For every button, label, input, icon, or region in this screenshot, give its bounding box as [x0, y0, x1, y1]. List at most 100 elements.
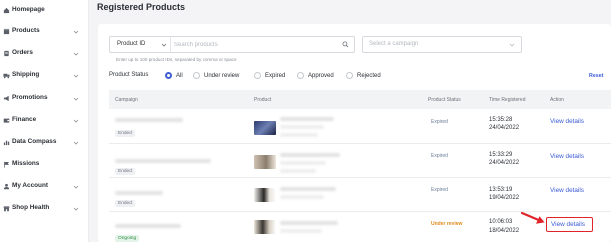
date-registered: 24/04/2022: [489, 125, 520, 131]
column-header-product-status: Product Status: [428, 97, 461, 103]
product-name-redacted: [280, 117, 334, 121]
sidebar-item-my-account[interactable]: My Account: [0, 180, 89, 194]
sidebar-item-promotions[interactable]: Promotions: [0, 92, 89, 106]
product-thumbnail: [254, 220, 276, 234]
campaign-select[interactable]: Select a campaign: [362, 36, 522, 53]
sidebar-item-label: Products: [12, 27, 40, 34]
product-name-redacted: [280, 229, 322, 233]
sidebar-item-orders[interactable]: Orders: [0, 47, 89, 61]
product-status: Under review: [431, 221, 463, 227]
reset-link[interactable]: Reset: [589, 73, 603, 79]
search-input[interactable]: [174, 38, 332, 51]
product-status: Expired: [431, 153, 448, 159]
sidebar-item-data-compass[interactable]: Data Compass: [0, 136, 89, 150]
product-thumbnail: [254, 121, 276, 135]
chevron-down-icon: [73, 119, 79, 123]
search-type-select[interactable]: Product ID: [110, 37, 171, 52]
campaign-name-redacted: [115, 118, 183, 122]
campaign-name-redacted: [115, 224, 181, 228]
chevron-down-icon: [73, 97, 79, 101]
radio-circle: [346, 72, 353, 79]
product-thumbnail: [254, 188, 276, 202]
product-name-redacted: [280, 133, 318, 137]
search-hint: Enter up to 100 product IDs, separated b…: [116, 57, 237, 62]
time-registered: 15:35:28: [489, 117, 513, 123]
product-name-redacted: [280, 161, 326, 165]
radio-label: Approved: [308, 72, 334, 79]
product-name-redacted: [280, 187, 336, 191]
view-details-link[interactable]: View details: [550, 153, 584, 160]
column-header-time-registered: Time Registered: [489, 97, 526, 103]
radio-circle: [165, 72, 172, 79]
product-status-label: Product Status: [109, 72, 149, 78]
radio-circle: [193, 72, 200, 79]
sidebar-item-products[interactable]: Products: [0, 25, 89, 39]
product-status: Expired: [431, 119, 448, 125]
orders-icon: [4, 50, 9, 57]
radio-label: Expired: [265, 72, 286, 79]
chevron-down-icon: [73, 52, 79, 56]
sidebar-item-label: Missions: [12, 160, 40, 167]
radio-label: Under review: [204, 72, 240, 79]
product-status: Expired: [431, 187, 448, 193]
sidebar-item-homepage[interactable]: Homepage: [0, 4, 89, 18]
table-row: Ended Expired 15:35:28 24/04/2022 View d…: [109, 111, 611, 144]
chevron-down-icon: [73, 207, 79, 211]
campaign-name-redacted: [115, 159, 211, 163]
sidebar-item-label: Promotions: [12, 94, 48, 101]
product-name-redacted: [280, 125, 324, 129]
date-registered: 18/04/2022: [489, 228, 520, 234]
status-radio-approved[interactable]: Approved: [297, 71, 334, 80]
page-title: Registered Products: [97, 2, 186, 12]
campaign-status-badge: Ended: [115, 200, 135, 207]
table-row: Ended Expired 15:33:29 24/04/2022 View d…: [109, 145, 611, 178]
time-registered: 10:06:03: [489, 219, 513, 225]
sidebar-item-shop-health[interactable]: Shop Health: [0, 202, 89, 216]
campaign-select-placeholder: Select a campaign: [369, 41, 419, 47]
view-details-link[interactable]: View details: [550, 118, 584, 125]
column-header-action: Action: [550, 97, 564, 103]
megaphone-icon: [3, 95, 9, 102]
product-name-redacted: [280, 153, 340, 157]
date-registered: 19/04/2022: [489, 195, 520, 201]
flag-icon: [4, 161, 9, 168]
chart-icon: [3, 140, 10, 146]
user-icon: [3, 183, 10, 190]
campaign-status-badge: Ended: [115, 168, 135, 175]
status-radio-expired[interactable]: Expired: [254, 71, 285, 80]
status-radio-all[interactable]: All: [165, 71, 183, 80]
sidebar-item-label: Finance: [12, 116, 37, 123]
product-name-redacted: [280, 169, 316, 173]
highlight-box-annotation: [546, 217, 593, 232]
sidebar-item-label: Data Compass: [12, 138, 57, 145]
chevron-down-icon: [73, 30, 79, 34]
campaign-status-badge: Ongoing: [115, 235, 140, 242]
box-icon: [3, 28, 10, 35]
column-header-product: Product: [254, 97, 272, 103]
chevron-down-icon: [73, 141, 79, 145]
sidebar-item-shipping[interactable]: Shipping: [0, 69, 89, 83]
campaign-status-badge: Ended: [115, 130, 135, 137]
chevron-down-icon: [73, 185, 79, 189]
sidebar-item-label: Homepage: [12, 6, 45, 13]
search-type-value: Product ID: [117, 41, 146, 47]
sidebar-item-label: Shop Health: [12, 204, 50, 211]
search-icon[interactable]: [342, 41, 349, 48]
product-name-redacted: [280, 221, 338, 225]
column-header-campaign: Campaign: [115, 97, 138, 103]
time-registered: 13:53:19: [489, 187, 513, 193]
campaign-name-redacted: [115, 191, 163, 195]
radio-circle: [297, 72, 304, 79]
wallet-icon: [3, 118, 10, 123]
table-header: Campaign Product Product Status Time Reg…: [109, 90, 611, 109]
status-radio-under-review[interactable]: Under review: [193, 71, 239, 80]
truck-icon: [3, 73, 10, 79]
sidebar-item-missions[interactable]: Missions: [0, 158, 89, 172]
view-details-link[interactable]: View details: [550, 187, 584, 194]
status-radio-rejected[interactable]: Rejected: [346, 71, 381, 80]
shop-icon: [3, 206, 10, 212]
chevron-down-icon: [161, 43, 167, 47]
radio-label: Rejected: [357, 72, 381, 79]
product-thumbnail: [254, 155, 276, 169]
sidebar-item-finance[interactable]: Finance: [0, 114, 89, 128]
